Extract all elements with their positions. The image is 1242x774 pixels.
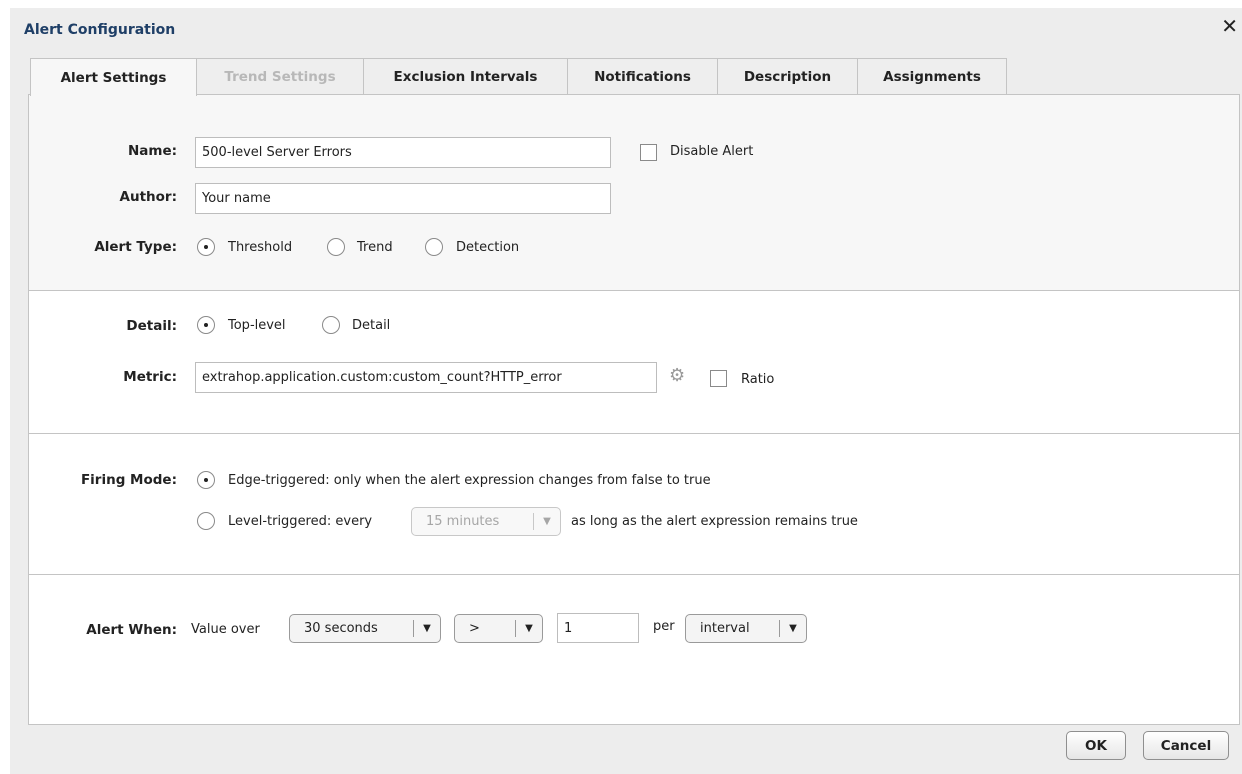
detail-radio[interactable] [322,316,340,334]
operator-value: > [469,621,480,636]
name-input[interactable] [195,137,611,168]
threshold-label: Threshold [228,240,293,255]
chevron-down-icon: ▼ [423,623,431,634]
chevron-down-icon: ▼ [525,623,533,634]
tab-assignments[interactable]: Assignments [857,58,1007,95]
detection-label: Detection [456,240,520,255]
ratio-label: Ratio [741,372,775,387]
top-level-radio[interactable] [197,316,215,334]
level-triggered-suffix: as long as the alert expression remains … [571,514,858,529]
operator-select[interactable]: > ▼ [454,614,543,643]
close-icon[interactable]: ✕ [1221,16,1238,36]
tab-alert-settings[interactable]: Alert Settings [30,58,197,96]
threshold-input[interactable] [557,613,639,643]
disable-alert-checkbox[interactable] [640,144,657,161]
tab-description[interactable]: Description [717,58,858,95]
tab-bar: Alert Settings Trend Settings Exclusion … [30,58,1007,96]
disable-alert-label: Disable Alert [670,144,754,159]
detail-option-label: Detail [352,318,391,333]
level-triggered-radio[interactable] [197,512,215,530]
detection-radio[interactable] [425,238,443,256]
alert-when-label: Alert When: [86,622,177,638]
period-select[interactable]: 30 seconds ▼ [289,614,441,643]
level-triggered-label: Level-triggered: every [228,514,373,529]
trend-label: Trend [357,240,393,255]
chevron-down-icon: ▼ [543,516,551,527]
per-label: per [653,619,675,634]
firing-mode-section: Firing Mode: Edge-triggered: only when t… [29,434,1239,575]
general-section: Name: Disable Alert Author: Alert Type: … [29,95,1239,291]
author-label: Author: [119,189,177,205]
value-over-label: Value over [191,622,260,637]
edge-triggered-radio[interactable] [197,471,215,489]
cancel-button[interactable]: Cancel [1143,731,1229,760]
alert-configuration-dialog: Alert Configuration ✕ Alert Settings Tre… [10,8,1242,774]
threshold-radio[interactable] [197,238,215,256]
gear-icon[interactable]: ⚙ [669,367,685,385]
chevron-down-icon: ▼ [789,623,797,634]
alert-when-section: Alert When: Value over 30 seconds ▼ > ▼ … [29,575,1239,726]
dialog-title: Alert Configuration [24,22,176,38]
author-input[interactable] [195,183,611,214]
alert-type-label: Alert Type: [94,239,177,255]
period-value: 30 seconds [304,621,378,636]
tab-trend-settings: Trend Settings [196,58,364,95]
unit-select[interactable]: interval ▼ [685,614,807,643]
unit-value: interval [700,621,750,636]
ratio-checkbox[interactable] [710,370,727,387]
tab-exclusion-intervals[interactable]: Exclusion Intervals [363,58,568,95]
level-interval-select: 15 minutes ▼ [411,507,561,536]
edge-triggered-label: Edge-triggered: only when the alert expr… [228,473,711,488]
detail-label: Detail: [126,318,177,334]
firing-mode-label: Firing Mode: [80,472,177,488]
ok-button[interactable]: OK [1066,731,1126,760]
tab-notifications[interactable]: Notifications [567,58,718,95]
alert-settings-panel: Name: Disable Alert Author: Alert Type: … [28,94,1240,725]
metric-section: Detail: Top-level Detail Metric: ⚙ Ratio [29,291,1239,434]
metric-input[interactable] [195,362,657,393]
metric-label: Metric: [123,369,177,385]
top-level-label: Top-level [228,318,286,333]
level-interval-value: 15 minutes [426,514,500,529]
name-label: Name: [127,143,177,159]
trend-radio[interactable] [327,238,345,256]
